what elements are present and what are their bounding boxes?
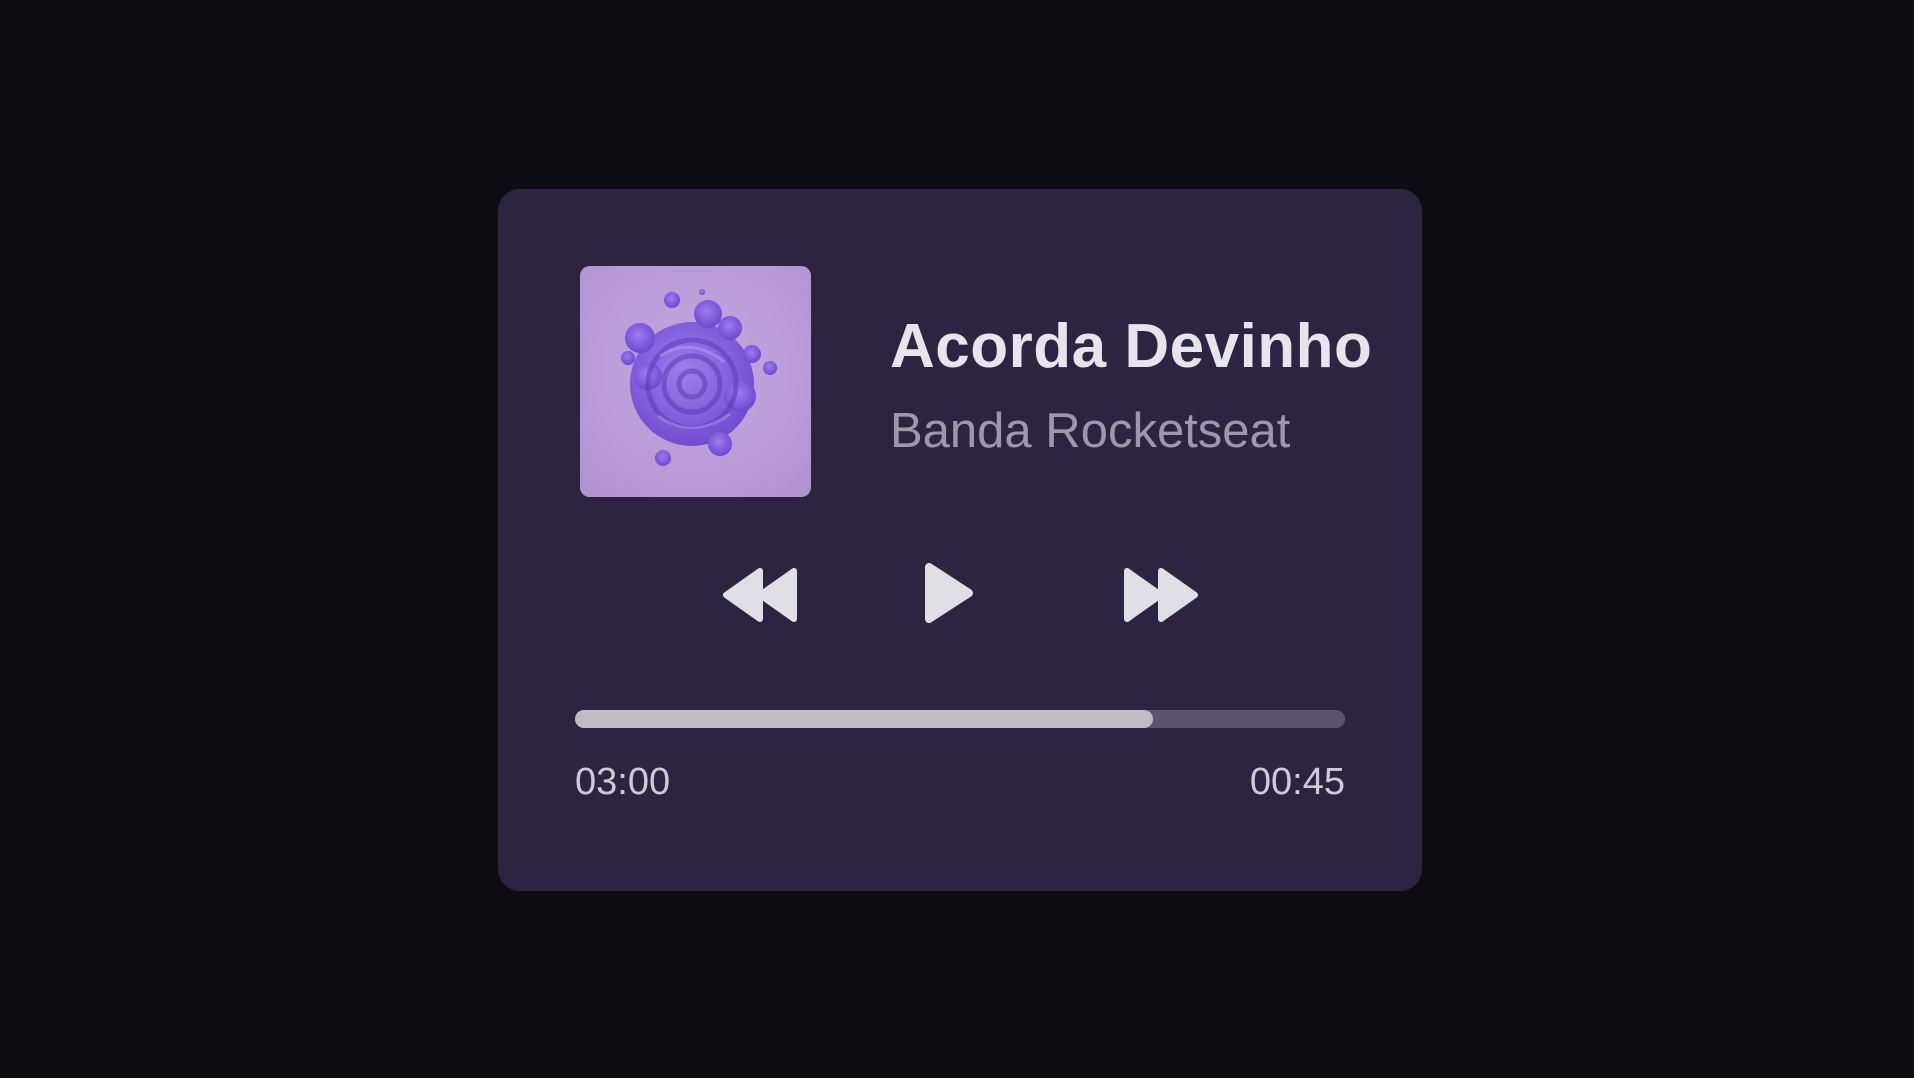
rewind-button[interactable] <box>720 565 798 625</box>
elapsed-time: 00:45 <box>1249 761 1345 803</box>
progress-bar[interactable] <box>575 710 1345 728</box>
rewind-icon <box>723 568 797 622</box>
fast-forward-button[interactable] <box>1123 565 1201 625</box>
artist-name: Banda Rocketseat <box>890 404 1291 458</box>
fast-forward-icon <box>1124 568 1198 622</box>
album-art-image <box>580 266 811 497</box>
play-button[interactable] <box>923 561 975 625</box>
music-player-card: Acorda Devinho Banda Rocketseat 03:00 00… <box>498 189 1422 891</box>
song-title: Acorda Devinho <box>890 312 1373 381</box>
album-cover <box>580 266 811 497</box>
duration-time: 03:00 <box>575 761 671 803</box>
play-icon <box>925 563 973 623</box>
progress-fill <box>575 710 1153 728</box>
